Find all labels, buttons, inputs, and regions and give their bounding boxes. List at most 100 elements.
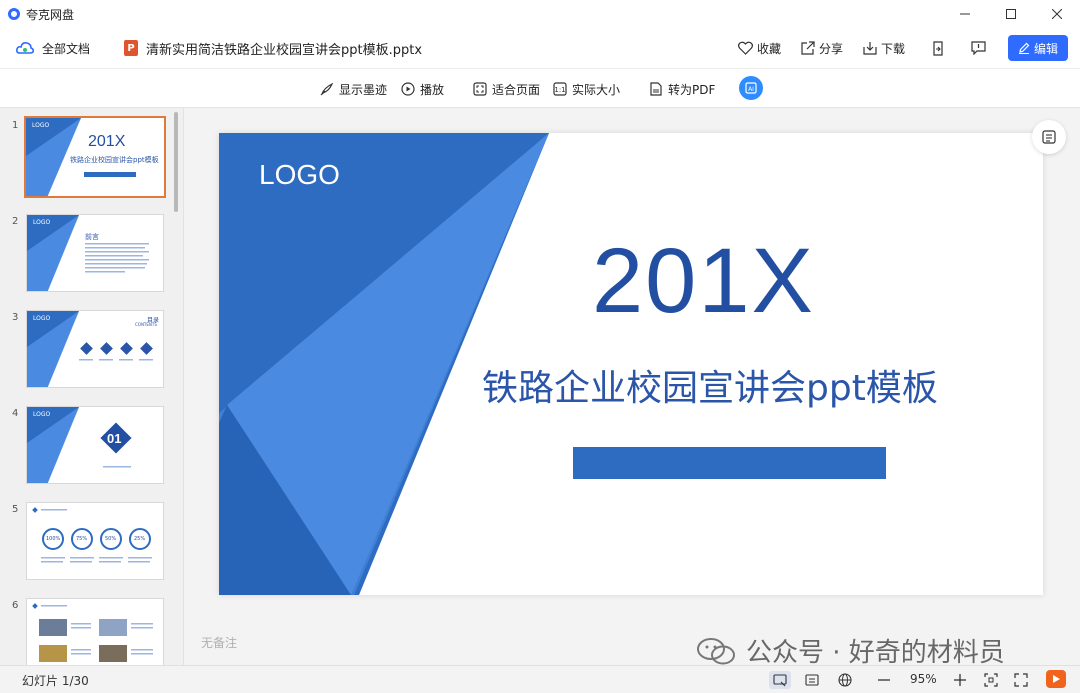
slide-subtitle: 铁路企业校园宣讲会ppt模板 (482, 368, 938, 409)
thumbnail-subtitle: 铁路企业校园宣讲会ppt模板 (70, 156, 159, 164)
thumbnail-slide-1[interactable]: LOGO 201X 铁路企业校园宣讲会ppt模板 (24, 116, 166, 198)
share-icon (801, 41, 815, 55)
thumbnail-percent: 100% (46, 536, 61, 542)
show-ink-label: 显示墨迹 (339, 82, 388, 97)
wechat-watermark: 公众号 · 好奇的材料员 (696, 632, 1005, 669)
thumbnail-toggle-button[interactable] (1032, 120, 1066, 154)
web-view-icon[interactable] (837, 671, 853, 689)
thumbnail-slide-4[interactable]: LOGO 01 (26, 406, 164, 484)
thumbnail-logo: LOGO (33, 411, 51, 418)
thumbnail-number: 2 (12, 216, 19, 227)
heart-icon (737, 41, 753, 55)
close-icon[interactable] (1034, 0, 1080, 28)
comment-icon[interactable] (971, 41, 986, 55)
notes-view-icon[interactable] (804, 671, 820, 689)
thumbnail-heading: 前言 (85, 233, 99, 241)
thumbnail-number: 3 (12, 312, 19, 323)
pencil-icon (1018, 42, 1030, 54)
thumbnail-art (27, 215, 149, 291)
notes-placeholder[interactable]: 无备注 (201, 634, 237, 651)
slide-accent-bar (573, 447, 886, 479)
fit-page-label: 适合页面 (492, 82, 541, 97)
thumbnail-logo: LOGO (33, 219, 51, 226)
slide-thumbnails-panel: 1 LOGO 201X 铁路企业校园宣讲会ppt模板 2 LOGO 前言 3 L… (0, 108, 184, 665)
slide-logo: LOGO (259, 159, 340, 190)
thumbnail-number: 1 (12, 120, 19, 131)
fit-page-icon (473, 82, 487, 96)
fit-page-button[interactable]: 适合页面 (473, 69, 540, 109)
thumbnail-title: 201X (88, 133, 126, 150)
download-icon (863, 42, 877, 55)
quark-logo-icon (8, 8, 20, 20)
fullscreen-icon[interactable] (1013, 671, 1029, 689)
thumbnail-item[interactable]: 4 LOGO 01 (0, 406, 176, 488)
thumbnail-scrollbar[interactable] (174, 112, 178, 212)
share-label: 分享 (818, 41, 843, 56)
thumbnail-item[interactable]: 2 LOGO 前言 (0, 214, 176, 296)
thumbnail-percent: 75% (76, 536, 88, 542)
slide-title: 201X (592, 230, 815, 332)
normal-view-icon[interactable] (769, 671, 791, 689)
play-button[interactable]: 播放 (401, 69, 444, 109)
show-ink-button[interactable]: 显示墨迹 (320, 69, 387, 109)
svg-text:AI: AI (748, 86, 754, 93)
thumbnail-heading-en: CONTENTS (135, 322, 157, 327)
play-icon (1053, 675, 1060, 683)
thumbnail-slide-3[interactable]: LOGO 目录 CONTENTS (26, 310, 164, 388)
download-label: 下载 (880, 41, 905, 56)
play-label: 播放 (420, 82, 445, 97)
thumbnail-number: 5 (12, 504, 19, 515)
wechat-icon (697, 637, 735, 664)
header-actions: 收藏 分享 下载 编辑 (718, 28, 1068, 68)
ink-pen-icon (320, 82, 334, 96)
fit-window-icon[interactable] (983, 671, 999, 689)
thumbnail-item[interactable]: 3 LOGO 目录 CONTENTS (0, 310, 176, 392)
thumbnail-slide-5[interactable]: 100% 75% 50% 25% (26, 502, 164, 580)
favorite-button[interactable]: 收藏 (737, 40, 781, 57)
thumbnail-slide-6[interactable] (26, 598, 164, 665)
ai-icon: AI (745, 82, 757, 94)
zoom-level[interactable]: 95% (910, 672, 937, 686)
thumbnail-logo: LOGO (33, 315, 51, 322)
slideshow-play-button[interactable] (1046, 670, 1066, 688)
thumbnail-number: 4 (12, 408, 19, 419)
minimize-icon[interactable] (942, 0, 988, 28)
zoom-out-icon[interactable] (876, 671, 892, 689)
ai-assistant-button[interactable]: AI (739, 76, 763, 100)
maximize-icon[interactable] (988, 0, 1034, 28)
thumbnail-percent: 50% (105, 536, 117, 542)
zoom-in-icon[interactable] (952, 671, 968, 689)
download-button[interactable]: 下载 (863, 40, 905, 57)
to-pdf-label: 转为PDF (668, 82, 716, 97)
window-controls (942, 0, 1080, 28)
thumbnail-slide-2[interactable]: LOGO 前言 (26, 214, 164, 292)
actual-size-icon: 1:1 (553, 82, 567, 96)
actual-size-label: 实际大小 (572, 82, 621, 97)
thumbnail-item[interactable]: 1 LOGO 201X 铁路企业校园宣讲会ppt模板 (0, 116, 176, 200)
all-docs-link[interactable]: 全部文档 (42, 40, 90, 57)
watermark-text: 公众号 · 好奇的材料员 (746, 638, 1005, 668)
to-pdf-button[interactable]: 转为PDF (649, 69, 715, 109)
share-button[interactable]: 分享 (801, 40, 843, 57)
thumbnail-logo: LOGO (32, 122, 50, 129)
favorite-label: 收藏 (756, 41, 781, 56)
pdf-convert-icon (650, 82, 662, 96)
export-icon[interactable] (931, 40, 945, 56)
slides-panel-icon (1042, 130, 1056, 144)
status-bar: 幻灯片 1/30 95% (0, 665, 1080, 693)
thumbnail-item[interactable]: 6 (0, 598, 176, 665)
pptx-file-icon: P (124, 40, 139, 56)
slide-counter: 幻灯片 1/30 (22, 674, 89, 688)
thumbnail-art (32, 603, 153, 662)
viewer-toolbar: 显示墨迹 播放 适合页面 1:1 实际大小 转为PDF AI (0, 68, 1080, 108)
actual-size-button[interactable]: 1:1 实际大小 (553, 69, 620, 109)
file-name: 清新实用简洁铁路企业校园宣讲会ppt模板.pptx (146, 42, 423, 58)
document-header: 全部文档 P 清新实用简洁铁路企业校园宣讲会ppt模板.pptx 收藏 分享 下… (0, 28, 1080, 68)
thumbnail-art (27, 407, 132, 483)
thumbnail-item[interactable]: 5 100% 75% 50% 25% (0, 502, 176, 584)
slide-viewer: LOGO 201X 铁路企业校园宣讲会ppt模板 无备注 (184, 108, 1080, 665)
svg-text:1:1: 1:1 (554, 86, 565, 94)
thumbnail-percent: 25% (134, 536, 146, 542)
edit-button[interactable]: 编辑 (1008, 35, 1068, 61)
play-circle-icon (401, 82, 415, 96)
